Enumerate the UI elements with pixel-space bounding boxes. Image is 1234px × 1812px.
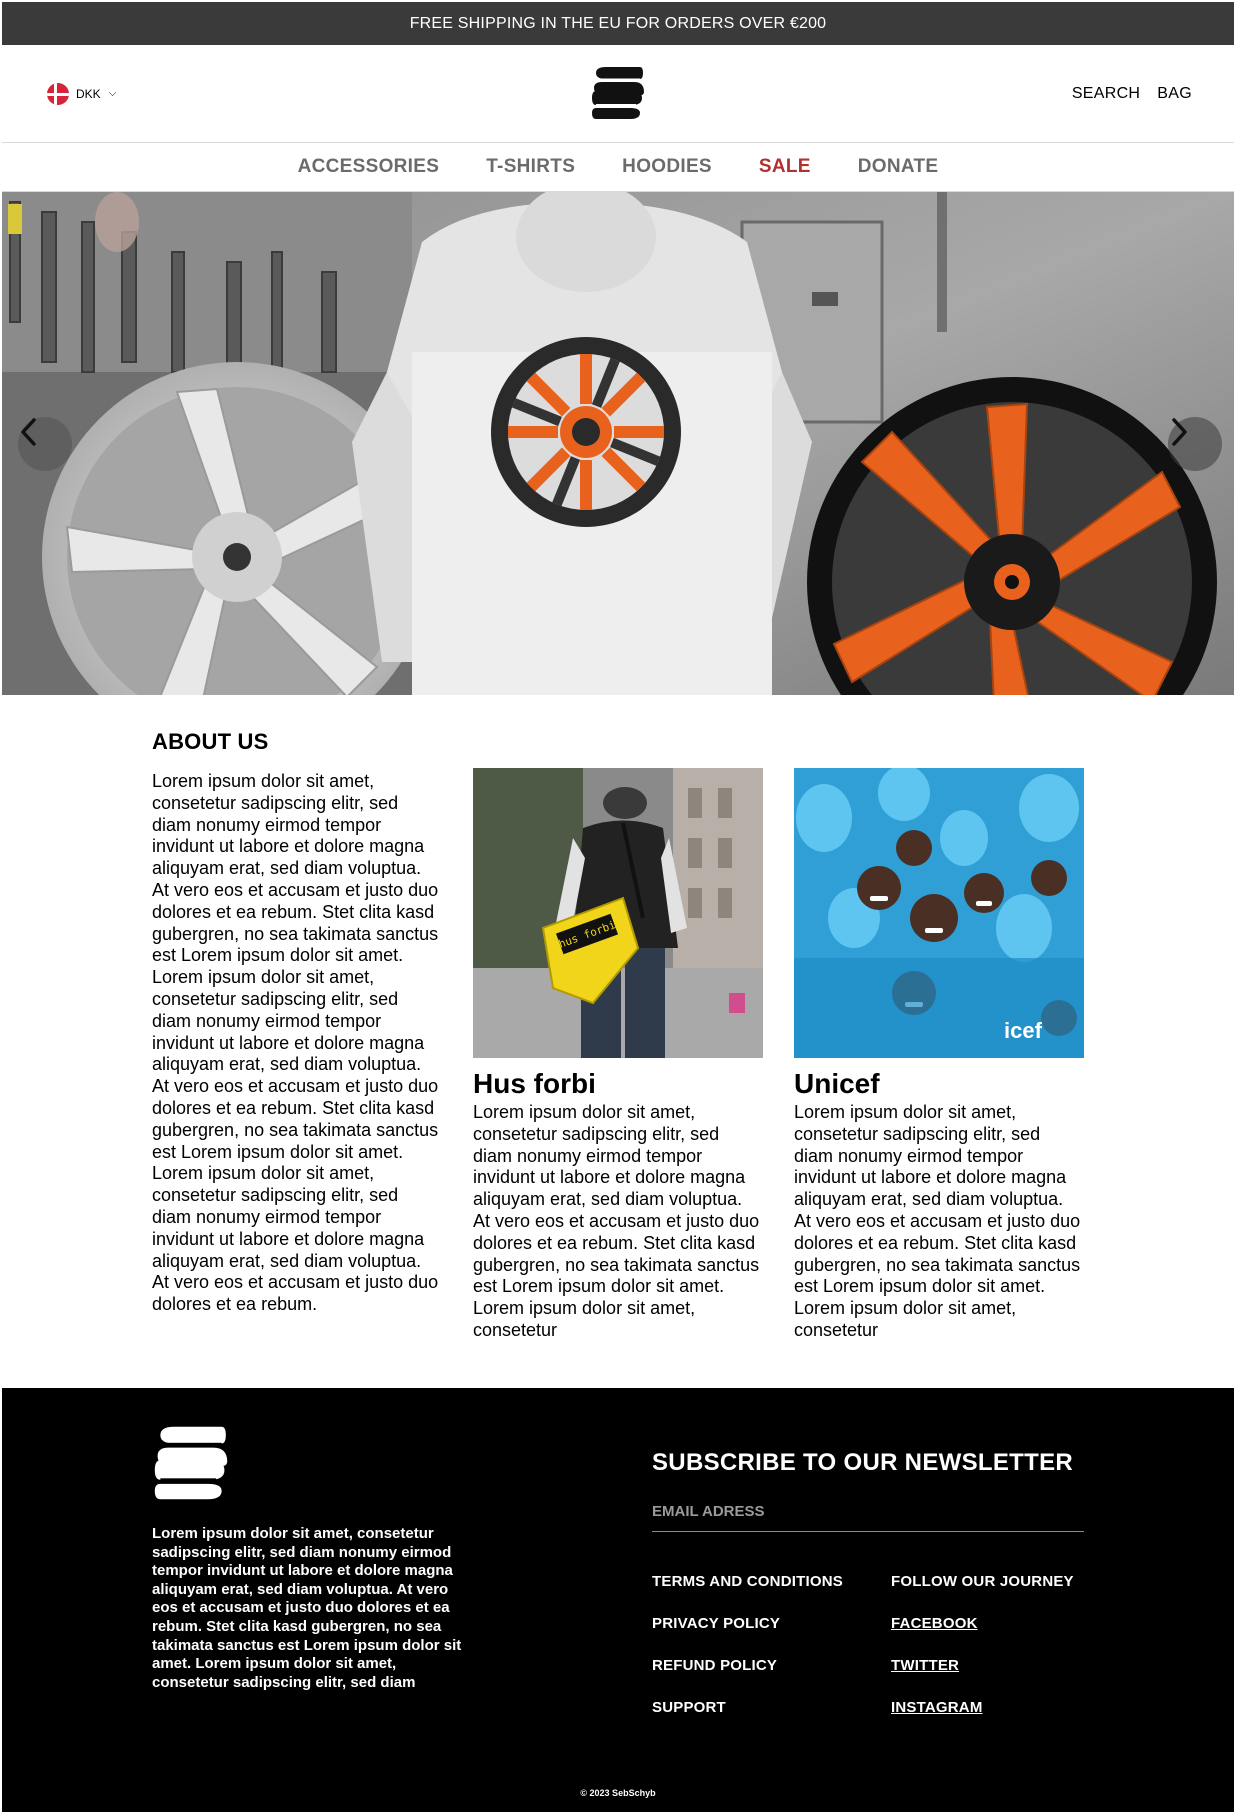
svg-text:icef: icef [1004,1018,1043,1043]
chevron-right-icon [1172,418,1187,446]
hero-slider[interactable] [2,192,1234,695]
footer-text: Lorem ipsum dolor sit amet, consetetur s… [152,1525,462,1691]
main-nav: ACCESSORIES T-SHIRTS HOODIES SALE DONATE [2,142,1234,192]
twitter-link[interactable]: TWITTER [891,1656,1074,1676]
site-footer: Lorem ipsum dolor sit amet, consetetur s… [2,1388,1234,1812]
nav-item-accessories[interactable]: ACCESSORIES [298,156,440,178]
header-actions: SEARCH BAG [1072,85,1192,103]
bag-link[interactable]: BAG [1157,85,1192,103]
currency-label: DKK [76,87,101,101]
stacked-s-logo-icon [592,67,644,119]
card-title: Hus forbi [473,1068,596,1099]
hero-image [2,192,1234,695]
site-logo[interactable] [590,65,646,121]
currency-selector[interactable]: DKK ⌵ [47,83,116,105]
announcement-bar: FREE SHIPPING IN THE EU FOR ORDERS OVER … [2,2,1234,45]
support-link[interactable]: SUPPORT [652,1698,843,1718]
hus-forbi-image: hus forbi [473,768,763,1058]
refund-policy-link[interactable]: REFUND POLICY [652,1656,843,1676]
slider-prev-button[interactable] [18,417,72,471]
privacy-policy-link[interactable]: PRIVACY POLICY [652,1614,843,1634]
newsletter-email-input[interactable] [652,1492,1084,1532]
nav-item-donate[interactable]: DONATE [858,156,939,178]
footer-social-links: FOLLOW OUR JOURNEY FACEBOOK TWITTER INST… [891,1572,1074,1718]
search-link[interactable]: SEARCH [1072,85,1140,103]
card-text: Lorem ipsum dolor sit amet, consetetur s… [473,1102,760,1340]
card-text: Lorem ipsum dolor sit amet, consetetur s… [794,1102,1081,1340]
unicef-image: icef [794,768,1084,1058]
site-header: DKK ⌵ SEARCH BAG [2,45,1234,142]
denmark-flag-icon [47,83,69,105]
chevron-left-icon [21,418,36,446]
footer-policy-links: TERMS AND CONDITIONS PRIVACY POLICY REFU… [652,1572,843,1718]
copyright: © 2023 SebSchyb [580,1788,656,1798]
stacked-s-logo-icon [154,1426,228,1500]
nav-item-hoodies[interactable]: HOODIES [622,156,712,178]
chevron-down-icon: ⌵ [108,87,117,99]
nav-item-sale[interactable]: SALE [759,156,811,178]
follow-heading: FOLLOW OUR JOURNEY [891,1573,1074,1590]
announcement-text: FREE SHIPPING IN THE EU FOR ORDERS OVER … [409,14,827,32]
facebook-link[interactable]: FACEBOOK [891,1614,1074,1634]
about-text: Lorem ipsum dolor sit amet, consetetur s… [152,771,439,1315]
instagram-link[interactable]: INSTAGRAM [891,1698,1074,1718]
footer-logo[interactable] [152,1424,230,1502]
about-title: ABOUT US [152,729,269,754]
terms-link[interactable]: TERMS AND CONDITIONS [652,1572,843,1592]
newsletter-title: SUBSCRIBE TO OUR NEWSLETTER [652,1449,1074,1476]
card-title: Unicef [794,1068,880,1099]
slider-next-button[interactable] [1168,417,1222,471]
card-unicef[interactable]: icef Unicef Lorem ipsum dolor sit amet, … [794,768,1084,1342]
nav-item-t-shirts[interactable]: T-SHIRTS [486,156,575,178]
page: FREE SHIPPING IN THE EU FOR ORDERS OVER … [2,2,1234,1812]
card-hus-forbi[interactable]: hus forbi Hus forbi Lorem ipsum dolor si… [473,768,763,1342]
